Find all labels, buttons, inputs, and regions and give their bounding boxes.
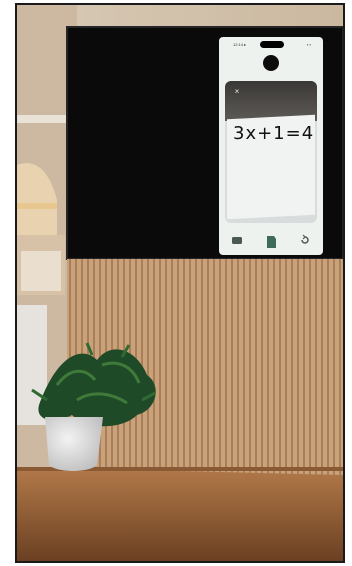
video-frame: 12:14 ▸ ▪ ▪ × 3x+1=4 xyxy=(15,3,345,563)
status-time: 12:14 ▸ xyxy=(233,42,247,47)
refresh-icon[interactable] xyxy=(299,234,311,246)
phone-screen: 12:14 ▸ ▪ ▪ × 3x+1=4 xyxy=(219,37,323,255)
dynamic-island xyxy=(260,41,284,48)
status-icons: ▪ ▪ xyxy=(307,42,311,47)
bottom-bar xyxy=(219,227,323,255)
capture-card: × 3x+1=4 xyxy=(225,81,317,223)
gallery-icon[interactable] xyxy=(231,234,243,246)
close-icon[interactable]: × xyxy=(232,87,242,97)
handwritten-equation: 3x+1=4 xyxy=(233,123,315,144)
camera-indicator xyxy=(263,55,279,71)
capture-icon[interactable] xyxy=(265,235,277,249)
